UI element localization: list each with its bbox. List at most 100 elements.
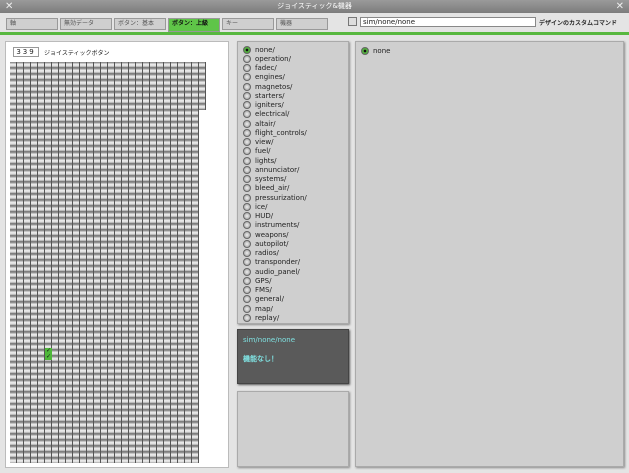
category-label: operation/ (255, 54, 291, 63)
radio-icon[interactable] (243, 147, 251, 156)
tab-buttons-basic[interactable]: ボタン：基本 (114, 18, 166, 30)
category-item[interactable]: electrical/ (243, 110, 289, 119)
radio-icon[interactable] (243, 258, 251, 267)
radio-icon[interactable] (243, 73, 251, 82)
category-item[interactable]: instruments/ (243, 221, 299, 230)
radio-icon[interactable] (243, 156, 251, 165)
category-item[interactable]: none/ (243, 45, 275, 54)
category-item[interactable]: GPS/ (243, 276, 271, 285)
command-item-label: none (373, 46, 391, 55)
button-assigned-check-icon[interactable]: ✓ (45, 354, 52, 360)
category-item[interactable]: lights/ (243, 156, 277, 165)
radio-icon[interactable] (243, 221, 251, 230)
custom-command-checkbox[interactable] (348, 17, 357, 26)
radio-icon[interactable] (243, 286, 251, 294)
radio-icon[interactable] (243, 54, 251, 63)
tab-null-zone[interactable]: 無効データ (60, 18, 112, 30)
category-item[interactable]: engines/ (243, 73, 285, 82)
radio-icon[interactable] (243, 128, 251, 137)
category-item[interactable]: operation/ (243, 54, 291, 63)
radio-icon[interactable] (243, 295, 251, 304)
radio-icon[interactable] (243, 202, 251, 211)
category-item[interactable]: pressurization/ (243, 193, 307, 202)
radio-icon[interactable] (243, 184, 251, 193)
category-label: annunciator/ (255, 165, 300, 174)
radio-icon[interactable] (243, 304, 251, 313)
category-label: map/ (255, 304, 273, 313)
radio-icon[interactable] (243, 175, 251, 183)
category-label: pressurization/ (255, 193, 307, 202)
category-item[interactable]: igniters/ (243, 101, 284, 110)
category-label: flight_controls/ (255, 128, 307, 137)
radio-icon[interactable] (243, 212, 251, 220)
radio-icon[interactable] (243, 193, 251, 202)
tab-buttons-advanced[interactable]: ボタン：上級 (168, 18, 220, 32)
radio-icon[interactable] (243, 249, 251, 257)
command-list: none (355, 41, 624, 467)
category-item[interactable]: flight_controls/ (243, 128, 307, 137)
category-item[interactable]: fadec/ (243, 64, 277, 73)
category-item[interactable]: bleed_air/ (243, 184, 289, 193)
radio-icon[interactable] (243, 239, 251, 248)
radio-icon[interactable] (243, 91, 251, 100)
category-item[interactable]: HUD/ (243, 212, 273, 221)
category-item[interactable]: starters/ (243, 91, 285, 100)
category-label: fadec/ (255, 64, 277, 72)
category-label: instruments/ (255, 221, 300, 230)
custom-command-label: デザインのカスタムコマンド (539, 20, 618, 27)
radio-icon[interactable] (243, 110, 251, 119)
radio-icon[interactable] (243, 267, 251, 276)
category-label: ice/ (255, 202, 268, 211)
category-item[interactable]: replay/ (243, 313, 279, 322)
category-label: bleed_air/ (255, 184, 290, 193)
category-item[interactable]: general/ (243, 295, 284, 304)
radio-icon[interactable] (243, 313, 251, 322)
description-panel (237, 391, 349, 467)
category-item[interactable]: fuel/ (243, 147, 271, 156)
radio-icon[interactable] (243, 165, 251, 174)
tab-bar: 軸 無効データ ボタン：基本 ボタン：上級 キー 機器 sim/none/non… (0, 13, 629, 35)
category-item[interactable]: annunciator/ (243, 165, 299, 174)
joystick-buttons-panel: 339 ジョイスティックボタン ✓ ✓ (5, 41, 229, 468)
radio-selected-icon[interactable] (361, 46, 369, 55)
category-label: altair/ (255, 119, 276, 128)
category-label: starters/ (255, 91, 285, 100)
radio-icon[interactable] (243, 119, 251, 128)
radio-icon[interactable] (243, 101, 251, 109)
close-icon[interactable]: ✕ (5, 0, 13, 13)
category-item[interactable]: audio_panel/ (243, 267, 300, 276)
category-list: none/operation/fadec/engines/magnetos/st… (237, 41, 349, 324)
category-item[interactable]: autopilot/ (243, 239, 288, 248)
category-label: view/ (255, 138, 274, 146)
tab-keys[interactable]: キー (222, 18, 274, 30)
category-item[interactable]: radios/ (243, 249, 279, 258)
category-item[interactable]: view/ (243, 138, 273, 147)
radio-icon[interactable] (243, 138, 251, 146)
radio-icon[interactable] (243, 82, 251, 91)
category-label: FMS/ (255, 286, 272, 294)
radio-icon[interactable] (243, 64, 251, 72)
button-grid[interactable] (10, 62, 206, 110)
category-item[interactable]: weapons/ (243, 230, 289, 239)
category-item[interactable]: altair/ (243, 119, 275, 128)
radio-selected-icon[interactable] (243, 45, 251, 54)
button-grid[interactable] (10, 110, 199, 463)
command-input[interactable]: sim/none/none (360, 17, 536, 27)
radio-icon[interactable] (243, 230, 251, 239)
tab-axis[interactable]: 軸 (6, 18, 58, 30)
category-item[interactable]: transponder/ (243, 258, 300, 267)
tab-equipment[interactable]: 機器 (276, 18, 328, 30)
window-title: ジョイスティック&機器 (277, 2, 352, 10)
info-command: sim/none/none (243, 336, 296, 344)
category-item[interactable]: map/ (243, 304, 273, 313)
command-info-panel: sim/none/none 機能なし！ (237, 329, 349, 384)
category-item[interactable]: ice/ (243, 202, 267, 211)
close-icon[interactable]: ✕ (616, 0, 624, 13)
category-label: electrical/ (255, 110, 290, 119)
category-item[interactable]: magnetos/ (243, 82, 292, 91)
category-item[interactable]: systems/ (243, 175, 286, 184)
category-item[interactable]: FMS/ (243, 286, 272, 295)
command-item-none[interactable]: none (361, 46, 390, 55)
category-label: GPS/ (255, 276, 272, 285)
radio-icon[interactable] (243, 276, 251, 285)
